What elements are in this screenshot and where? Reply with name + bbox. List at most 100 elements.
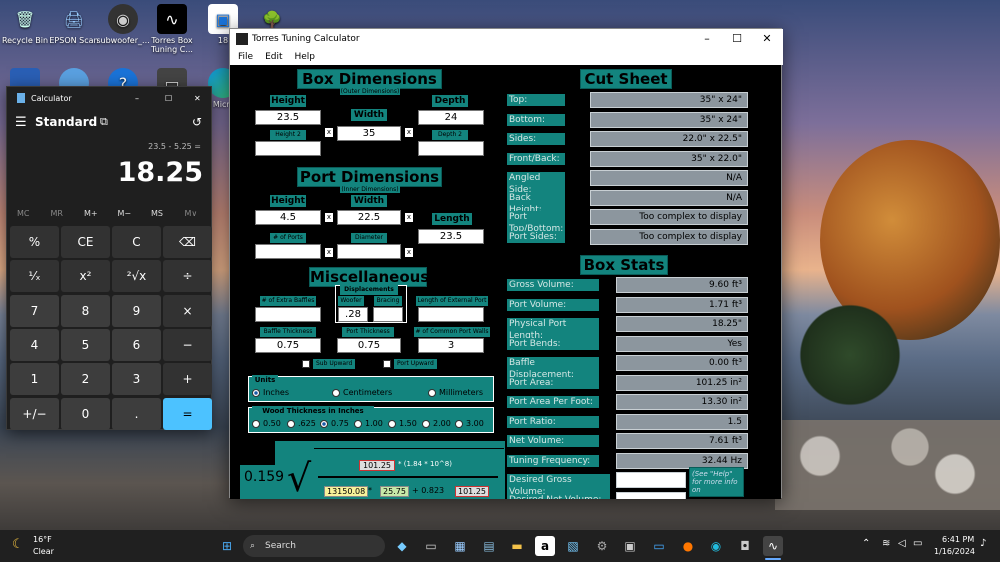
notifications-icon[interactable]: ♪ (980, 538, 986, 549)
port-length-input[interactable]: 23.5 (418, 229, 484, 244)
calc-key-1[interactable]: 1 (10, 363, 59, 396)
history-icon[interactable]: ↺ (192, 115, 202, 129)
desired-volume-input[interactable] (616, 472, 686, 488)
camera-taskbar-icon[interactable]: ◘ (735, 536, 755, 556)
diameter-input[interactable] (337, 244, 401, 259)
calc-close-button[interactable]: ✕ (194, 94, 201, 103)
box-height-input[interactable]: 23.5 (255, 110, 321, 125)
calc-key-minus[interactable]: − (163, 328, 212, 361)
ext-port-input[interactable] (418, 307, 484, 322)
box-height2-input[interactable] (255, 141, 321, 156)
minimize-button[interactable]: – (692, 29, 722, 49)
calc-key-2[interactable]: 2 (61, 363, 110, 396)
calc-key-0[interactable]: 0 (61, 397, 110, 430)
memory-button-4[interactable]: MS (151, 209, 163, 218)
menu-help[interactable]: Help (295, 52, 316, 62)
memory-button-3[interactable]: M− (118, 209, 132, 218)
volume-icon[interactable]: ◁ (898, 538, 906, 549)
calc-key-divide[interactable]: ÷ (163, 260, 212, 293)
menu-edit[interactable]: Edit (265, 52, 282, 62)
calc-maximize-button[interactable]: ☐ (165, 94, 172, 103)
units-centimeters-radio[interactable]: Centimeters (332, 388, 392, 397)
wood-300-radio[interactable]: 3.00 (455, 419, 484, 428)
vertical-scrollbar[interactable] (771, 65, 781, 499)
num-ports-input[interactable] (255, 244, 321, 259)
edge-taskbar-icon[interactable]: ◉ (706, 536, 726, 556)
photos-icon[interactable]: ▧ (563, 536, 583, 556)
clock-time[interactable]: 6:41 PM (942, 535, 974, 544)
common-port-walls-input[interactable]: 3 (418, 338, 484, 353)
app-icon[interactable]: ▣ (620, 536, 640, 556)
port-width-input[interactable]: 22.5 (337, 210, 401, 225)
torres-taskbar-icon[interactable]: ∿ (763, 536, 783, 556)
clock-date[interactable]: 1/16/2024 (934, 547, 975, 556)
memory-button-1[interactable]: MR (51, 209, 63, 218)
calc-key-9[interactable]: 9 (112, 294, 161, 327)
keep-on-top-icon[interactable]: ⧉ (100, 115, 108, 129)
calc-key-5[interactable]: 5 (61, 328, 110, 361)
calc-key-8[interactable]: 8 (61, 294, 110, 327)
task-view-icon[interactable]: ▭ (421, 536, 441, 556)
firefox-icon[interactable]: ● (678, 536, 698, 556)
amazon-icon[interactable]: a (535, 536, 555, 556)
wood-150-radio[interactable]: 1.50 (388, 419, 417, 428)
maximize-button[interactable]: ☐ (722, 29, 752, 49)
box-width-input[interactable]: 35 (337, 126, 401, 141)
units-millimeters-radio[interactable]: Millimeters (428, 388, 483, 397)
sub-upward-checkbox[interactable]: Sub Upward (302, 359, 356, 369)
calc-key-decimal[interactable]: . (112, 397, 161, 430)
calc-key-6[interactable]: 6 (112, 328, 161, 361)
calc-key-equals[interactable]: = (163, 397, 212, 430)
box-depth-input[interactable]: 24 (418, 110, 484, 125)
calc-key-7[interactable]: 7 (10, 294, 59, 327)
box-depth2-input[interactable] (418, 141, 484, 156)
calc-key-negate[interactable]: +/− (10, 397, 59, 430)
start-button[interactable]: ⊞ (217, 536, 237, 556)
copilot-icon[interactable]: ◆ (392, 536, 412, 556)
wifi-icon[interactable]: ≋ (882, 538, 890, 549)
calc-key-plus[interactable]: + (163, 363, 212, 396)
memory-button-2[interactable]: M+ (84, 209, 98, 218)
calc-key-reciprocal[interactable]: ¹⁄ₓ (10, 260, 59, 293)
checkbox-box (383, 360, 391, 368)
bracing-displacement-input[interactable] (373, 307, 403, 322)
monitor-icon[interactable]: ▭ (649, 536, 669, 556)
units-inches-radio[interactable]: Inches (252, 388, 289, 397)
calc-key-4[interactable]: 4 (10, 328, 59, 361)
file-explorer-icon[interactable]: ▬ (507, 536, 527, 556)
search-box[interactable]: ⌕ Search (243, 535, 385, 557)
memory-button-5[interactable]: M∨ (185, 209, 198, 218)
calc-key-square-root[interactable]: ²√x (112, 260, 161, 293)
wood-050-radio[interactable]: 0.50 (252, 419, 281, 428)
chevron-up-icon[interactable]: ⌃ (862, 538, 870, 549)
battery-icon[interactable]: ▭ (913, 538, 922, 549)
calc-key-backspace[interactable]: ⌫ (163, 226, 212, 258)
memory-button-0[interactable]: MC (17, 209, 30, 218)
settings-icon[interactable]: ⚙ (592, 536, 612, 556)
port-thickness-input[interactable]: 0.75 (337, 338, 401, 353)
port-height-input[interactable]: 4.5 (255, 210, 321, 225)
wood-075-radio[interactable]: 0.75 (320, 419, 349, 428)
baffle-thickness-input[interactable]: 0.75 (255, 338, 321, 353)
port-upward-checkbox[interactable]: Port Upward (383, 359, 437, 369)
wood-0625-radio[interactable]: .625 (287, 419, 316, 428)
calc-key-clear[interactable]: C (112, 226, 161, 258)
wood-100-radio[interactable]: 1.00 (354, 419, 383, 428)
calc-minimize-button[interactable]: – (135, 94, 139, 103)
calc-key-square[interactable]: x² (61, 260, 110, 293)
desired-volume-input[interactable] (616, 491, 686, 499)
box-depth2-label: Depth 2 (432, 130, 468, 140)
calc-key-percent[interactable]: % (10, 226, 59, 258)
calc-key-3[interactable]: 3 (112, 363, 161, 396)
hamburger-menu-icon[interactable]: ☰ (15, 115, 27, 130)
box-stat-label: Desired Net Volume: (507, 493, 610, 499)
close-button[interactable]: ✕ (752, 29, 782, 49)
calculator-taskbar-icon[interactable]: ▤ (479, 536, 499, 556)
menu-file[interactable]: File (238, 52, 253, 62)
woofer-displacement-input[interactable]: .28 (338, 307, 368, 322)
calc-key-clear-entry[interactable]: CE (61, 226, 110, 258)
calc-key-multiply[interactable]: × (163, 294, 212, 327)
wood-200-radio[interactable]: 2.00 (422, 419, 451, 428)
store-icon[interactable]: ▦ (450, 536, 470, 556)
extra-baffles-input[interactable] (255, 307, 321, 322)
